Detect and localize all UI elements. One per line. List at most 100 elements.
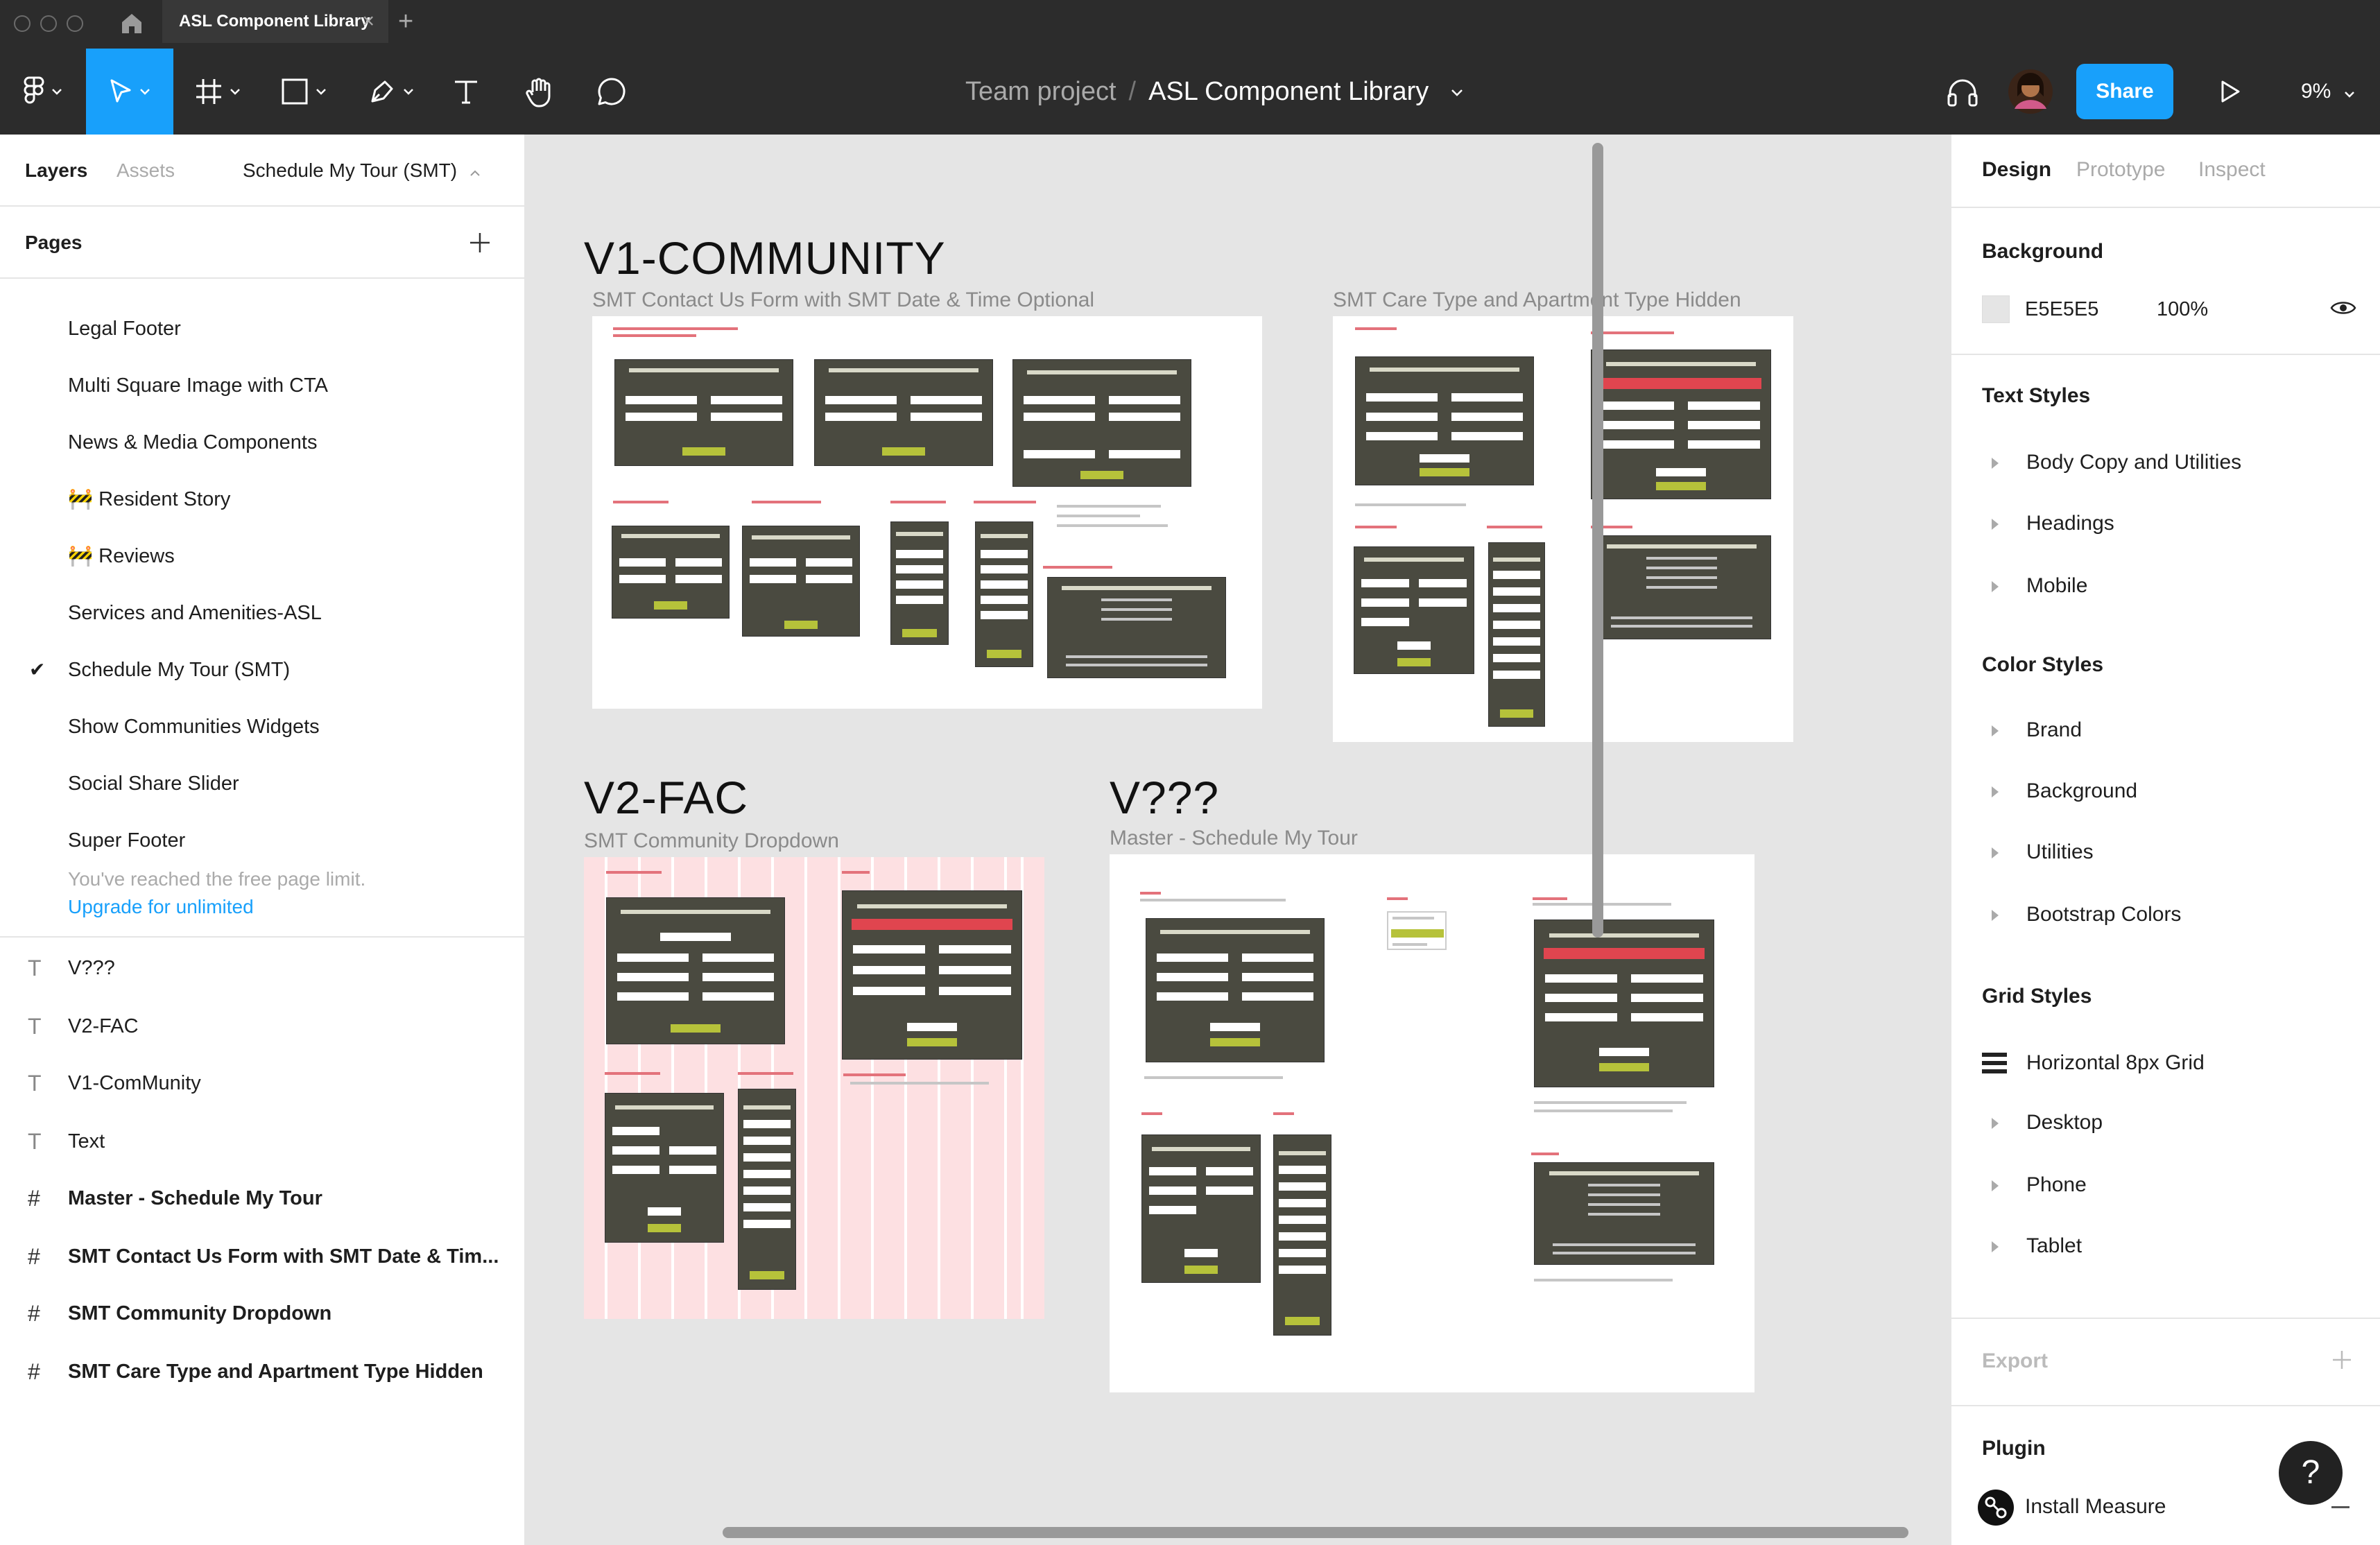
maximize-window-button[interactable] <box>67 15 83 32</box>
home-icon[interactable] <box>118 10 146 37</box>
close-tab-icon[interactable]: × <box>362 0 374 43</box>
frame-tool-button[interactable] <box>176 49 259 135</box>
file-name[interactable]: ASL Component Library <box>1148 77 1429 106</box>
audio-call-button[interactable] <box>1935 49 1990 135</box>
color-style-item[interactable]: Background <box>2026 779 2137 803</box>
vertical-scrollbar[interactable] <box>1592 143 1603 938</box>
plugin-item[interactable]: Install Measure <box>2025 1495 2166 1519</box>
user-avatar[interactable] <box>2003 49 2058 135</box>
expand-triangle-icon[interactable] <box>1992 1118 1999 1129</box>
tab-design[interactable]: Design <box>1982 158 2051 182</box>
expand-triangle-icon[interactable] <box>1992 910 1999 921</box>
eye-icon[interactable] <box>2330 298 2356 318</box>
chevron-down-icon <box>140 89 150 95</box>
page-item[interactable]: Multi Square Image with CTA <box>0 358 524 413</box>
document-title[interactable]: Team project / ASL Component Library <box>965 49 1464 135</box>
text-style-item[interactable]: Body Copy and Utilities <box>2026 451 2241 474</box>
tab-prototype[interactable]: Prototype <box>2076 158 2165 182</box>
layer-item-frame[interactable]: # SMT Care Type and Apartment Type Hidden <box>0 1344 524 1399</box>
layer-item[interactable]: T V??? <box>0 940 524 996</box>
layer-item[interactable]: T V2-FAC <box>0 999 524 1054</box>
tab-layers[interactable]: Layers <box>25 135 87 207</box>
smt-contact-frame[interactable] <box>592 316 1262 709</box>
page-item[interactable]: Social Share Slider <box>0 756 524 811</box>
expand-triangle-icon[interactable] <box>1992 1241 1999 1252</box>
background-hex-input[interactable]: E5E5E5 <box>2025 298 2098 321</box>
page-item[interactable]: News & Media Components <box>0 415 524 470</box>
grid-style-item[interactable]: Phone <box>2026 1173 2087 1197</box>
expand-triangle-icon[interactable] <box>1992 519 1999 530</box>
page-item-label: Show Communities Widgets <box>68 716 320 738</box>
expand-triangle-icon[interactable] <box>1992 786 1999 797</box>
current-page-selector[interactable]: Schedule My Tour (SMT) <box>243 135 481 207</box>
horizontal-scrollbar[interactable] <box>723 1527 1908 1538</box>
help-button[interactable]: ? <box>2279 1441 2343 1505</box>
design-canvas[interactable]: V1-COMMUNITY SMT Contact Us Form with SM… <box>526 135 1950 1545</box>
text-style-item[interactable]: Headings <box>2026 512 2114 535</box>
frame-note <box>1355 503 1466 506</box>
grid-style-item[interactable]: Desktop <box>2026 1111 2103 1134</box>
color-style-item[interactable]: Utilities <box>2026 840 2094 864</box>
add-export-icon[interactable] <box>2331 1349 2352 1370</box>
v1-frame-label[interactable]: SMT Contact Us Form with SMT Date & Time… <box>592 288 1094 312</box>
expand-triangle-icon[interactable] <box>1992 458 1999 469</box>
expand-triangle-icon[interactable] <box>1992 725 1999 736</box>
page-item[interactable]: 🚧 Reviews <box>0 528 524 584</box>
page-item[interactable]: Legal Footer <box>0 301 524 356</box>
care-frame-label[interactable]: SMT Care Type and Apartment Type Hidden <box>1333 288 1741 312</box>
panel-divider <box>1951 1405 2380 1406</box>
color-style-item[interactable]: Brand <box>2026 718 2082 742</box>
v1-title[interactable]: V1-COMMUNITY <box>584 232 946 284</box>
upgrade-link[interactable]: Upgrade for unlimited <box>68 896 254 918</box>
page-item[interactable]: Show Communities Widgets <box>0 699 524 754</box>
move-tool-button[interactable] <box>86 49 173 135</box>
v2-frame-label[interactable]: SMT Community Dropdown <box>584 829 839 853</box>
file-tab[interactable]: ASL Component Library × <box>162 0 388 43</box>
layer-item-frame[interactable]: # SMT Community Dropdown <box>0 1286 524 1341</box>
tab-assets[interactable]: Assets <box>117 135 175 207</box>
project-name[interactable]: Team project <box>965 77 1116 106</box>
layer-item-frame[interactable]: # Master - Schedule My Tour <box>0 1171 524 1226</box>
text-tool-button[interactable] <box>438 49 494 135</box>
page-item-label: Social Share Slider <box>68 772 239 795</box>
master-schedule-tour-frame[interactable] <box>1110 854 1754 1392</box>
minimize-window-button[interactable] <box>40 15 57 32</box>
layer-item-frame[interactable]: # SMT Contact Us Form with SMT Date & Tim… <box>0 1229 524 1284</box>
frame-annotation <box>605 1072 660 1075</box>
color-style-item[interactable]: Bootstrap Colors <box>2026 903 2181 926</box>
layer-item[interactable]: T V1-ComMunity <box>0 1055 524 1111</box>
v2-title[interactable]: V2-FAC <box>584 771 748 824</box>
page-item-selected[interactable]: ✔ Schedule My Tour (SMT) <box>0 642 524 698</box>
comment-tool-button[interactable] <box>583 49 641 135</box>
layer-item[interactable]: T Text <box>0 1114 524 1169</box>
shape-tool-button[interactable] <box>262 49 345 135</box>
expand-triangle-icon[interactable] <box>1992 847 1999 858</box>
grid-style-item[interactable]: Tablet <box>2026 1234 2082 1258</box>
expand-triangle-icon[interactable] <box>1992 1180 1999 1191</box>
page-item[interactable]: Services and Amenities-ASL <box>0 585 524 641</box>
tab-inspect[interactable]: Inspect <box>2198 158 2266 182</box>
smt-care-type-frame[interactable] <box>1333 316 1793 742</box>
close-window-button[interactable] <box>14 15 31 32</box>
expand-triangle-icon[interactable] <box>1992 581 1999 592</box>
new-tab-icon[interactable]: + <box>398 7 413 36</box>
zoom-dropdown[interactable]: 9% <box>2301 49 2355 135</box>
present-button[interactable] <box>2202 49 2258 135</box>
v3-title[interactable]: V??? <box>1110 771 1219 824</box>
hand-tool-button[interactable] <box>510 49 569 135</box>
chevron-down-icon[interactable] <box>1450 89 1464 97</box>
background-color-swatch[interactable] <box>1982 295 2010 323</box>
smt-community-dropdown-frame[interactable] <box>584 857 1044 1319</box>
main-menu-button[interactable] <box>0 49 86 135</box>
page-item[interactable]: Super Footer <box>0 813 524 868</box>
add-page-icon[interactable] <box>469 232 491 254</box>
minimize-plugin-icon[interactable] <box>2331 1506 2349 1508</box>
background-opacity-input[interactable]: 100% <box>2157 298 2208 321</box>
grid-style-item[interactable]: Horizontal 8px Grid <box>2026 1051 2205 1075</box>
text-style-item[interactable]: Mobile <box>2026 574 2087 598</box>
frame-annotation <box>842 871 870 874</box>
pen-tool-button[interactable] <box>350 49 433 135</box>
share-button[interactable]: Share <box>2076 64 2173 119</box>
v3-frame-label[interactable]: Master - Schedule My Tour <box>1110 827 1358 850</box>
page-item[interactable]: 🚧 Resident Story <box>0 472 524 527</box>
